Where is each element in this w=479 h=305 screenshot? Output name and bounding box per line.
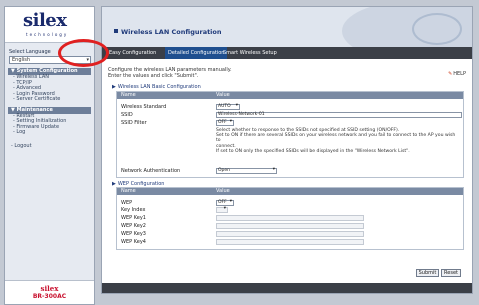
label-wireless-standard: Wireless Standard bbox=[121, 104, 167, 110]
wep-key3-input[interactable] bbox=[216, 231, 364, 237]
wep-key2-input[interactable] bbox=[216, 223, 364, 229]
wep-key4-input[interactable] bbox=[216, 239, 364, 245]
title-bullet-icon bbox=[114, 29, 118, 33]
tab-bar: Easy Configuration Detailed Configuratio… bbox=[102, 47, 472, 59]
label-ssid-filter: SSID Filter bbox=[121, 120, 147, 126]
help-link[interactable]: ✎HELP bbox=[448, 71, 466, 77]
label-key-index: Key Index bbox=[121, 207, 146, 213]
wep-config-table: Name Value WEP OFF ▾ Key Index ▾ WEP Key1… bbox=[116, 187, 464, 250]
triangle-right-icon: ▶ bbox=[112, 84, 116, 90]
page-title: Wireless LAN Configuration bbox=[114, 28, 222, 36]
label-ssid: SSID bbox=[121, 112, 133, 118]
col-value: Value bbox=[216, 92, 230, 98]
footer-model: BR-300AC bbox=[32, 293, 67, 300]
reset-button[interactable]: Reset bbox=[441, 269, 461, 277]
label-wep-key2: WEP Key2 bbox=[121, 223, 146, 229]
network-authentication-select[interactable]: Open ▾ bbox=[216, 167, 277, 174]
label-wep-key1: WEP Key1 bbox=[121, 215, 146, 221]
silex-logo: silex bbox=[23, 10, 67, 31]
footer-bar bbox=[102, 283, 472, 293]
sidebar-footer: silex BR-300AC bbox=[5, 280, 94, 304]
header-wifi-decoration bbox=[412, 13, 462, 45]
help-icon: ✎ bbox=[448, 71, 453, 77]
wireless-standard-select[interactable]: AUTO ▾ bbox=[216, 103, 240, 110]
main-panel: Wireless LAN Configuration Easy Configur… bbox=[101, 6, 473, 294]
logout-link[interactable]: - Logout bbox=[11, 143, 88, 149]
col-value: Value bbox=[216, 188, 230, 194]
label-wep-key4: WEP Key4 bbox=[121, 239, 146, 245]
tab-easy-configuration[interactable]: Easy Configuration bbox=[106, 47, 159, 59]
chevron-down-icon: ▾ bbox=[272, 167, 275, 172]
page-header: Wireless LAN Configuration bbox=[102, 7, 472, 47]
tab-smart-wireless-setup[interactable]: Smart Wireless Setup bbox=[220, 47, 280, 59]
instructions-line-2: Enter the values and click "Submit". bbox=[108, 72, 199, 79]
chevron-down-icon: ▾ bbox=[235, 103, 238, 108]
language-value: English bbox=[12, 57, 31, 63]
section-title-basic[interactable]: ▶ Wireless LAN Basic Configuration bbox=[112, 84, 201, 90]
submit-button[interactable]: Submit bbox=[416, 269, 439, 277]
label-network-authentication: Network Authentication bbox=[121, 168, 181, 174]
menu-maintenance: ▼ Maintenance - Restart - Setting Initia… bbox=[8, 106, 91, 136]
ssid-filter-select[interactable]: OFF ▾ bbox=[216, 119, 234, 126]
wep-key1-input[interactable] bbox=[216, 215, 364, 221]
ssid-filter-description: Select whether to response to the SSIDs … bbox=[216, 128, 456, 154]
menu-system-configuration: ▼ System Configuration - Wireless LAN - … bbox=[8, 68, 91, 103]
tab-detailed-configuration[interactable]: Detailed Configuration bbox=[165, 47, 228, 59]
chevron-down-icon: ▾ bbox=[229, 119, 232, 124]
brand-logo: silex technology bbox=[5, 7, 94, 43]
brand-tagline: technology bbox=[26, 32, 69, 37]
label-wep-key3: WEP Key3 bbox=[121, 231, 146, 237]
label-wep: WEP bbox=[121, 200, 133, 206]
col-name: Name bbox=[121, 188, 136, 194]
wep-table-header: Name Value bbox=[117, 188, 463, 195]
instructions: Configure the wireless LAN parameters ma… bbox=[108, 67, 232, 79]
chevron-down-icon: ▾ bbox=[223, 206, 226, 211]
highlight-circle bbox=[58, 39, 109, 67]
col-name: Name bbox=[121, 92, 136, 98]
basic-table-header: Name Value bbox=[117, 92, 463, 99]
menu-item-log[interactable]: - Log bbox=[8, 129, 91, 136]
chevron-down-icon: ▾ bbox=[229, 199, 232, 204]
menu-item-server-certificate[interactable]: - Server Certificate bbox=[8, 96, 91, 103]
key-index-select[interactable]: ▾ bbox=[216, 206, 228, 213]
footer-brand: silex bbox=[40, 284, 59, 293]
ssid-input[interactable]: Wireless-Network-01 bbox=[216, 112, 462, 118]
basic-config-table: Name Value Wireless Standard AUTO ▾ SSID … bbox=[116, 91, 464, 178]
